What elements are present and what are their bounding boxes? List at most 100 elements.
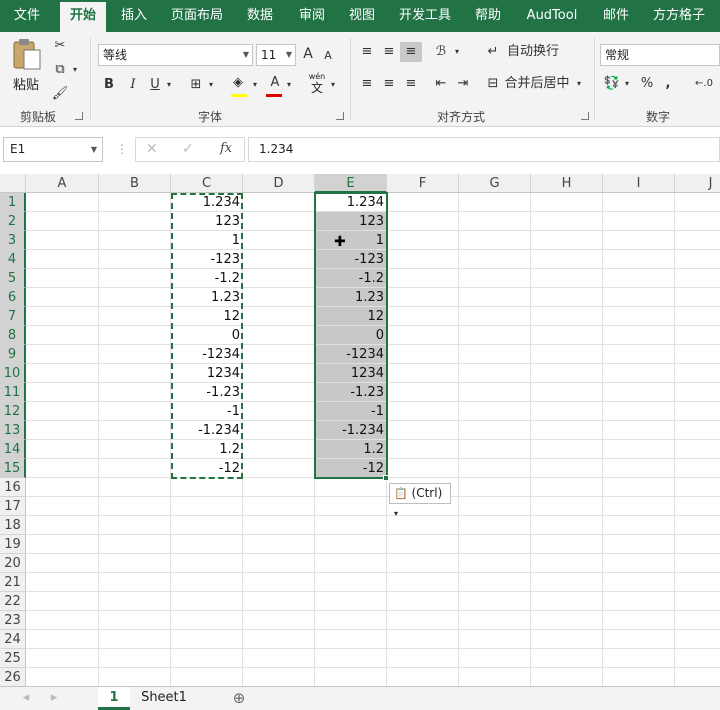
merge-center-button[interactable]: 合并后居中 xyxy=(504,74,570,94)
border-dropdown-icon[interactable]: ▾ xyxy=(206,75,216,95)
row-header[interactable]: 18 xyxy=(0,516,26,535)
align-left-icon[interactable]: ≡ xyxy=(356,74,378,94)
column-header-e[interactable]: E xyxy=(315,174,387,193)
copy-icon[interactable]: ⧉ xyxy=(50,60,70,80)
chevron-down-icon[interactable]: ▼ xyxy=(91,138,97,161)
row-header[interactable]: 3 xyxy=(0,231,26,250)
percent-button[interactable]: % xyxy=(638,74,656,94)
row-header[interactable]: 4 xyxy=(0,250,26,269)
column-header-g[interactable]: G xyxy=(459,174,531,193)
row-header[interactable]: 7 xyxy=(0,307,26,326)
row-header[interactable]: 6 xyxy=(0,288,26,307)
row-header[interactable]: 17 xyxy=(0,497,26,516)
row-header[interactable]: 16 xyxy=(0,478,26,497)
align-right-icon[interactable]: ≡ xyxy=(400,74,422,94)
tab-developer[interactable]: 开发工具 xyxy=(392,0,458,32)
row-header[interactable]: 11 xyxy=(0,383,26,402)
row-header[interactable]: 25 xyxy=(0,649,26,668)
row-header[interactable]: 21 xyxy=(0,573,26,592)
merge-dropdown-icon[interactable]: ▾ xyxy=(574,74,584,94)
alignment-launcher-icon[interactable] xyxy=(581,112,589,120)
border-icon[interactable]: ⊞ xyxy=(186,75,206,95)
row-header[interactable]: 5 xyxy=(0,269,26,288)
sheet-tab-sheet1[interactable]: Sheet1 xyxy=(134,687,194,710)
comma-button[interactable]: , xyxy=(660,74,676,94)
grow-font-button[interactable]: A xyxy=(300,44,316,64)
paste-button[interactable]: 粘贴 xyxy=(8,36,44,100)
cut-icon[interactable]: ✂ xyxy=(50,36,70,56)
tab-help[interactable]: 帮助 xyxy=(466,0,510,32)
paste-options-button[interactable]: 📋 (Ctrl) ▾ xyxy=(389,483,451,518)
column-header-i[interactable]: I xyxy=(603,174,675,193)
tab-view[interactable]: 视图 xyxy=(340,0,384,32)
tab-page-layout[interactable]: 页面布局 xyxy=(164,0,230,32)
align-bottom-icon[interactable]: ≡ xyxy=(400,42,422,62)
select-all-corner[interactable] xyxy=(0,174,26,193)
tab-audtool[interactable]: AudTool xyxy=(518,0,586,32)
column-header-j[interactable]: J xyxy=(675,174,720,193)
row-header[interactable]: 19 xyxy=(0,535,26,554)
number-format-select[interactable]: 常规 xyxy=(600,44,720,66)
tab-review[interactable]: 审阅 xyxy=(290,0,334,32)
underline-button[interactable]: U xyxy=(146,75,164,95)
column-header-h[interactable]: H xyxy=(531,174,603,193)
clipboard-launcher-icon[interactable] xyxy=(75,112,83,120)
row-header[interactable]: 14 xyxy=(0,440,26,459)
bold-button[interactable]: B xyxy=(100,75,118,95)
tab-insert[interactable]: 插入 xyxy=(112,0,156,32)
row-header[interactable]: 22 xyxy=(0,592,26,611)
fill-handle[interactable] xyxy=(383,475,389,481)
fill-color-dropdown-icon[interactable]: ▾ xyxy=(250,75,260,95)
align-center-icon[interactable]: ≡ xyxy=(378,74,400,94)
wrap-text-icon[interactable]: ↵ xyxy=(484,42,502,62)
tab-data[interactable]: 数据 xyxy=(238,0,282,32)
tab-file[interactable]: 文件 xyxy=(0,0,54,32)
decrease-indent-icon[interactable]: ⇤ xyxy=(430,74,452,94)
phonetic-dropdown-icon[interactable]: ▾ xyxy=(328,75,338,95)
shrink-font-button[interactable]: A xyxy=(320,46,336,66)
copy-dropdown-icon[interactable]: ▾ xyxy=(70,60,80,80)
row-header[interactable]: 10 xyxy=(0,364,26,383)
column-header-c[interactable]: C xyxy=(171,174,243,193)
phonetic-button[interactable]: wén 文 xyxy=(306,72,328,95)
font-launcher-icon[interactable] xyxy=(336,112,344,120)
row-header[interactable]: 13 xyxy=(0,421,26,440)
format-painter-icon[interactable]: 🖌 xyxy=(50,84,70,104)
row-header[interactable]: 9 xyxy=(0,345,26,364)
orientation-dropdown-icon[interactable]: ▾ xyxy=(452,42,462,62)
row-header[interactable]: 20 xyxy=(0,554,26,573)
cancel-icon[interactable]: ✕ xyxy=(146,141,158,157)
increase-indent-icon[interactable]: ⇥ xyxy=(452,74,474,94)
scroll-left-icon[interactable]: ◂ xyxy=(18,687,34,710)
row-header[interactable]: 2 xyxy=(0,212,26,231)
tab-home[interactable]: 开始 xyxy=(60,2,106,32)
merge-center-icon[interactable]: ⊟ xyxy=(484,74,502,94)
fill-color-icon[interactable]: ◈ xyxy=(228,73,248,93)
new-sheet-button[interactable]: ⊕ xyxy=(228,687,250,710)
font-size-select[interactable]: 11 ▼ xyxy=(256,44,296,66)
underline-dropdown-icon[interactable]: ▾ xyxy=(164,75,174,95)
column-header-f[interactable]: F xyxy=(387,174,459,193)
tab-mail[interactable]: 邮件 xyxy=(594,0,638,32)
column-header-d[interactable]: D xyxy=(243,174,315,193)
italic-button[interactable]: I xyxy=(124,75,142,95)
sheet-tab-1[interactable]: 1 xyxy=(98,687,130,710)
enter-icon[interactable]: ✓ xyxy=(182,141,194,157)
align-middle-icon[interactable]: ≡ xyxy=(378,42,400,62)
tab-fangfang[interactable]: 方方格子 xyxy=(646,0,712,32)
column-header-b[interactable]: B xyxy=(99,174,171,193)
increase-decimal-icon[interactable]: ←.0 xyxy=(690,74,718,94)
currency-dropdown-icon[interactable]: ▾ xyxy=(622,74,632,94)
row-header[interactable]: 24 xyxy=(0,630,26,649)
font-color-dropdown-icon[interactable]: ▾ xyxy=(284,75,294,95)
name-box[interactable]: E1 ▼ xyxy=(3,137,103,162)
wrap-text-button[interactable]: 自动换行 xyxy=(504,42,562,62)
align-top-icon[interactable]: ≡ xyxy=(356,42,378,62)
row-header[interactable]: 15 xyxy=(0,459,26,478)
row-header[interactable]: 1 xyxy=(0,193,26,212)
row-header[interactable]: 8 xyxy=(0,326,26,345)
row-header[interactable]: 23 xyxy=(0,611,26,630)
font-family-select[interactable]: 等线 ▼ xyxy=(98,44,253,66)
row-header[interactable]: 26 xyxy=(0,668,26,686)
scroll-right-icon[interactable]: ▸ xyxy=(46,687,62,710)
